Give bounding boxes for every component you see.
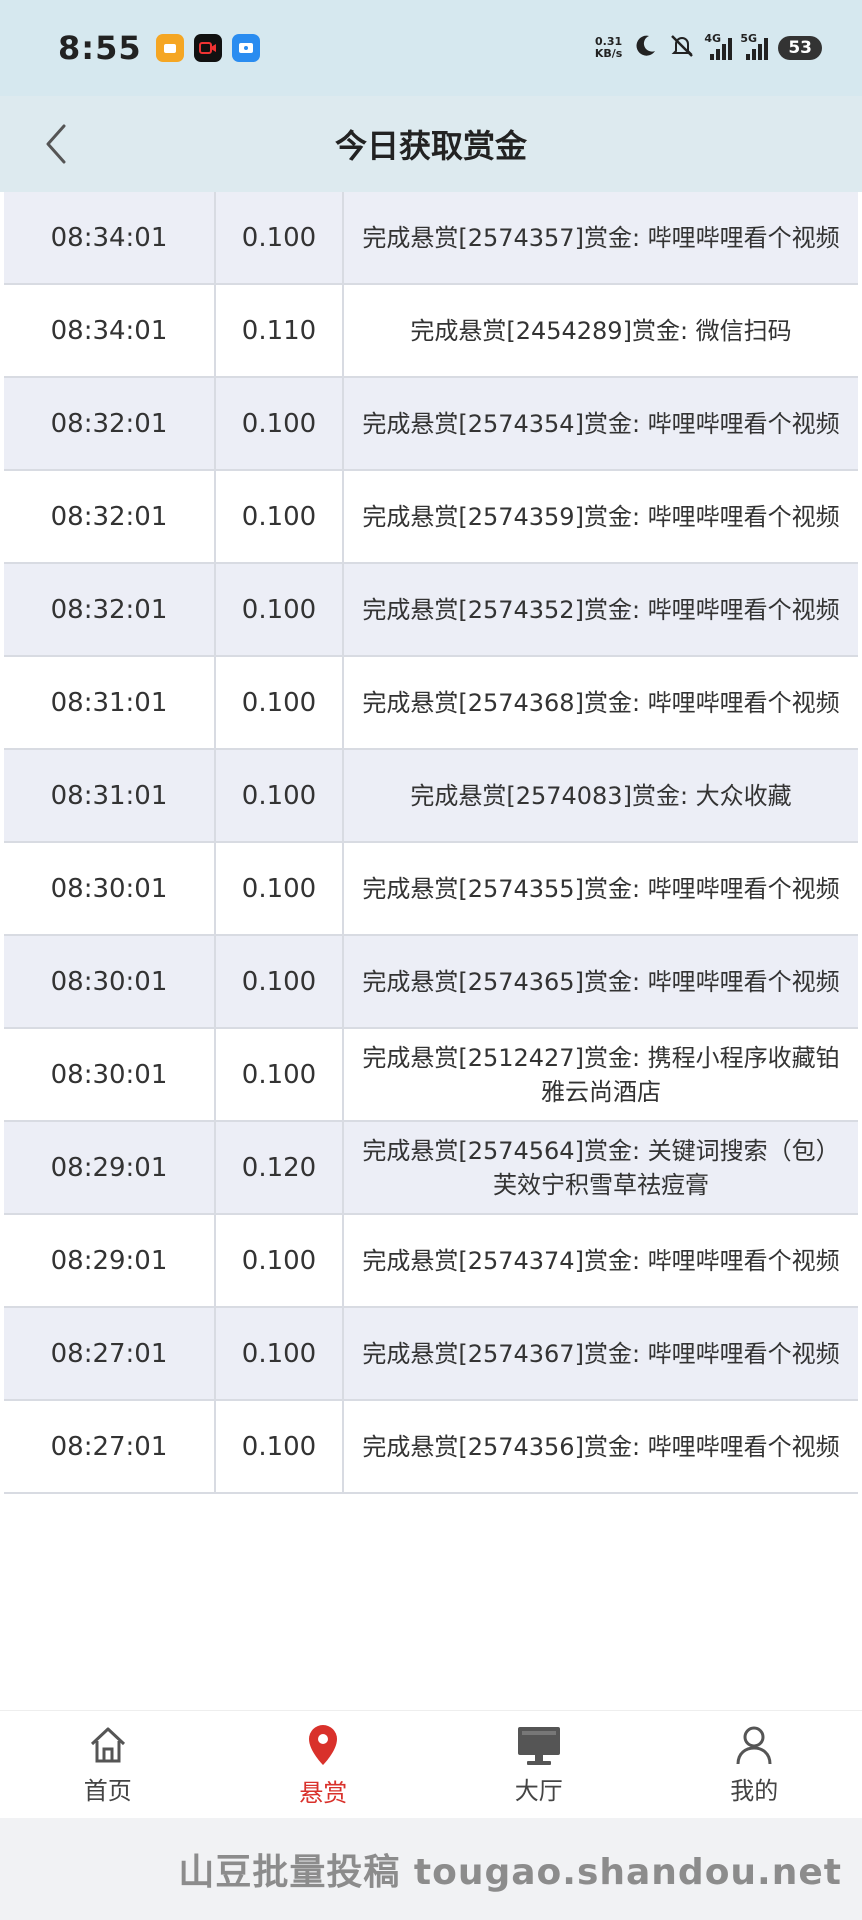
back-button[interactable] — [36, 118, 76, 170]
table-row: 08:32:01 0.100 完成悬赏[2574352]赏金: 哔哩哔哩看个视频 — [4, 564, 858, 657]
status-time: 8:55 — [58, 29, 142, 67]
row-time: 08:27:01 — [4, 1308, 216, 1399]
row-description: 完成悬赏[2574367]赏金: 哔哩哔哩看个视频 — [362, 1339, 840, 1368]
row-time: 08:32:01 — [4, 378, 216, 469]
row-amount: 0.100 — [216, 378, 344, 469]
bottom-tab-bar: 首页 悬赏 大厅 我的 — [0, 1710, 862, 1818]
status-right: 0.31 KB/s 4G 5G 53 — [595, 32, 822, 64]
row-amount: 0.100 — [216, 192, 344, 283]
row-time: 08:29:01 — [4, 1122, 216, 1213]
status-bar: 8:55 0.31 KB/s 4G 5G 53 — [0, 0, 862, 96]
row-time: 08:30:01 — [4, 843, 216, 934]
table-row: 08:30:01 0.100 完成悬赏[2574355]赏金: 哔哩哔哩看个视频 — [4, 843, 858, 936]
row-description: 完成悬赏[2574356]赏金: 哔哩哔哩看个视频 — [362, 1432, 840, 1461]
user-icon — [736, 1726, 772, 1765]
status-app-icons — [155, 34, 260, 62]
row-amount: 0.100 — [216, 471, 344, 562]
table-row: 08:34:01 0.110 完成悬赏[2454289]赏金: 微信扫码 — [4, 285, 858, 378]
row-description: 完成悬赏[2574357]赏金: 哔哩哔哩看个视频 — [362, 223, 840, 252]
row-time: 08:29:01 — [4, 1215, 216, 1306]
table-row: 08:31:01 0.100 完成悬赏[2574083]赏金: 大众收藏 — [4, 750, 858, 843]
battery-icon: 53 — [778, 36, 822, 60]
row-amount: 0.120 — [216, 1122, 344, 1213]
row-amount: 0.100 — [216, 1401, 344, 1492]
row-time: 08:34:01 — [4, 192, 216, 283]
table-row: 08:29:01 0.120 完成悬赏[2574564]赏金: 关键词搜索（包）芙效… — [4, 1122, 858, 1215]
row-description: 完成悬赏[2454289]赏金: 微信扫码 — [410, 316, 792, 345]
row-description: 完成悬赏[2574359]赏金: 哔哩哔哩看个视频 — [362, 502, 840, 531]
signal-5g-label: 5G — [740, 32, 758, 45]
signal-4g-label: 4G — [704, 32, 722, 45]
row-amount: 0.100 — [216, 1215, 344, 1306]
location-pin-icon — [309, 1725, 338, 1765]
tv-app-icon — [231, 34, 260, 62]
table-row: 08:29:01 0.100 完成悬赏[2574374]赏金: 哔哩哔哩看个视频 — [4, 1215, 858, 1308]
footer-area: 山豆批量投稿 tougao.shandou.net — [0, 1818, 862, 1920]
table-row: 08:30:01 0.100 完成悬赏[2512427]赏金: 携程小程序收藏铂雅云… — [4, 1029, 858, 1122]
signal-5g-icon: 5G — [740, 32, 769, 60]
tab-profile-label: 我的 — [730, 1777, 779, 1805]
row-time: 08:32:01 — [4, 564, 216, 655]
row-time: 08:27:01 — [4, 1401, 216, 1492]
row-amount: 0.100 — [216, 564, 344, 655]
row-time: 08:34:01 — [4, 285, 216, 376]
network-speed: 0.31 KB/s — [595, 36, 622, 60]
table-row: 08:32:01 0.100 完成悬赏[2574354]赏金: 哔哩哔哩看个视频 — [4, 378, 858, 471]
table-row: 08:30:01 0.100 完成悬赏[2574365]赏金: 哔哩哔哩看个视频 — [4, 936, 858, 1029]
moon-icon — [632, 33, 658, 63]
row-time: 08:32:01 — [4, 471, 216, 562]
row-time: 08:30:01 — [4, 1029, 216, 1120]
app-notification-icon — [155, 34, 184, 62]
row-description: 完成悬赏[2512427]赏金: 携程小程序收藏铂雅云尚酒店 — [362, 1043, 840, 1106]
table-row: 08:34:01 0.100 完成悬赏[2574357]赏金: 哔哩哔哩看个视频 — [4, 192, 858, 285]
bounty-list[interactable]: 08:34:01 0.100 完成悬赏[2574357]赏金: 哔哩哔哩看个视频 08… — [4, 192, 858, 1710]
row-description: 完成悬赏[2574355]赏金: 哔哩哔哩看个视频 — [362, 874, 840, 903]
row-time: 08:31:01 — [4, 657, 216, 748]
row-amount: 0.100 — [216, 750, 344, 841]
video-app-icon — [193, 34, 222, 62]
tab-bounty[interactable]: 悬赏 — [216, 1711, 432, 1818]
monitor-icon — [517, 1727, 560, 1765]
page-title: 今日获取赏金 — [334, 127, 527, 165]
tab-home[interactable]: 首页 — [0, 1711, 216, 1818]
row-description: 完成悬赏[2574564]赏金: 关键词搜索（包）芙效宁积雪草祛痘膏 — [362, 1136, 840, 1199]
row-time: 08:31:01 — [4, 750, 216, 841]
row-description: 完成悬赏[2574352]赏金: 哔哩哔哩看个视频 — [362, 595, 840, 624]
row-amount: 0.100 — [216, 843, 344, 934]
table-row: 08:32:01 0.100 完成悬赏[2574359]赏金: 哔哩哔哩看个视频 — [4, 471, 858, 564]
row-description: 完成悬赏[2574354]赏金: 哔哩哔哩看个视频 — [362, 409, 840, 438]
row-amount: 0.100 — [216, 657, 344, 748]
row-time: 08:30:01 — [4, 936, 216, 1027]
table-row: 08:27:01 0.100 完成悬赏[2574367]赏金: 哔哩哔哩看个视频 — [4, 1308, 858, 1401]
row-amount: 0.110 — [216, 285, 344, 376]
row-description: 完成悬赏[2574374]赏金: 哔哩哔哩看个视频 — [362, 1246, 840, 1275]
chevron-left-icon — [46, 124, 66, 164]
page-header: 今日获取赏金 — [0, 96, 862, 192]
tab-hall[interactable]: 大厅 — [431, 1711, 647, 1818]
home-icon — [90, 1727, 125, 1763]
tab-home-label: 首页 — [83, 1777, 132, 1805]
tab-hall-label: 大厅 — [514, 1777, 563, 1805]
tab-bounty-label: 悬赏 — [299, 1779, 348, 1807]
row-description: 完成悬赏[2574365]赏金: 哔哩哔哩看个视频 — [362, 967, 840, 996]
table-row: 08:27:01 0.100 完成悬赏[2574356]赏金: 哔哩哔哩看个视频 — [4, 1401, 858, 1494]
signal-4g-icon: 4G — [704, 32, 733, 60]
table-row: 08:31:01 0.100 完成悬赏[2574368]赏金: 哔哩哔哩看个视频 — [4, 657, 858, 750]
watermark-text: 山豆批量投稿 tougao.shandou.net — [178, 1852, 842, 1893]
mute-bell-icon — [668, 32, 696, 64]
row-amount: 0.100 — [216, 1029, 344, 1120]
row-amount: 0.100 — [216, 1308, 344, 1399]
row-description: 完成悬赏[2574083]赏金: 大众收藏 — [410, 781, 792, 810]
row-amount: 0.100 — [216, 936, 344, 1027]
network-speed-unit: KB/s — [594, 47, 623, 60]
row-description: 完成悬赏[2574368]赏金: 哔哩哔哩看个视频 — [362, 688, 840, 717]
tab-profile[interactable]: 我的 — [647, 1711, 862, 1818]
